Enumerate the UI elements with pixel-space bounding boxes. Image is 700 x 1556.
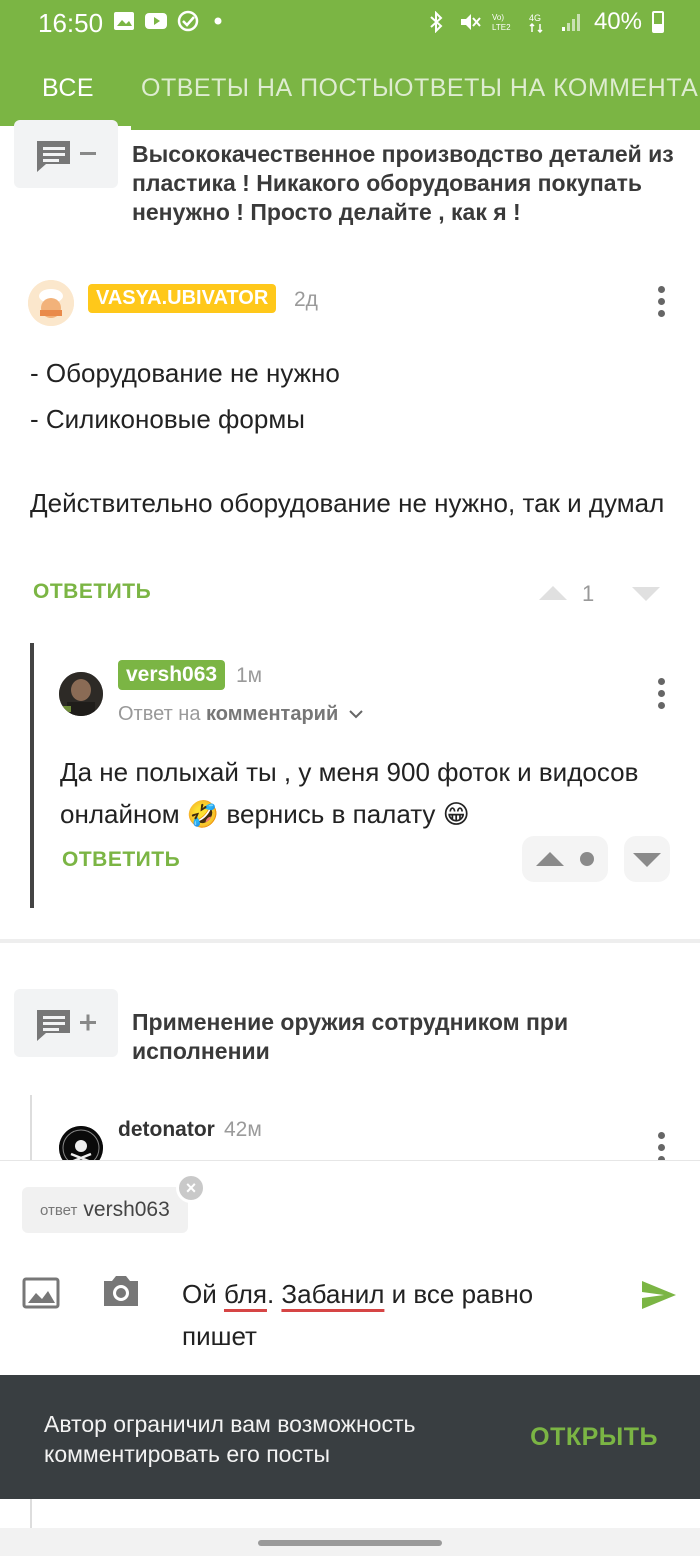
thread-line[interactable]: [30, 1095, 32, 1165]
comment-line: Действительно оборудование не нужно, так…: [30, 488, 665, 518]
upvote-icon[interactable]: [539, 586, 567, 600]
comment-collapse-icon: [37, 141, 96, 172]
app-root: 16:50 Vo) LTE2 4G 40% ВСЕ ОТВЕТЫ НА ПОСТЫ…: [0, 0, 700, 1556]
comment-expand-icon: [37, 1010, 96, 1041]
status-time: 16:50: [38, 8, 104, 38]
chef-avatar-icon: [28, 280, 74, 326]
reply-chip-name: versh063: [83, 1198, 170, 1221]
system-status-icons: Vo) LTE2 4G 40%: [424, 8, 664, 36]
status-bar: 16:50 Vo) LTE2 4G 40%: [0, 0, 700, 44]
tab-comment-replies[interactable]: ОТВЕТЫ НА КОММЕНТАР: [394, 74, 700, 103]
notification-icons: [112, 10, 232, 32]
reply-to-prefix: Ответ на: [118, 703, 201, 725]
thread-line[interactable]: [30, 643, 34, 908]
svg-text:LTE2: LTE2: [492, 23, 511, 32]
vote-up-pill[interactable]: [522, 836, 608, 882]
comment-time: 1м: [236, 664, 263, 687]
more-options-icon[interactable]: [658, 1132, 666, 1163]
comment-body: - Оборудование не нужно - Силиконовые фо…: [30, 352, 670, 524]
misspelled-word: бля: [223, 1279, 267, 1309]
svg-text:4G: 4G: [529, 13, 541, 23]
section-divider: [0, 939, 700, 943]
navigation-bar: [0, 1528, 700, 1556]
post-title[interactable]: Высококачественное производство деталей …: [132, 140, 682, 227]
image-upload-icon[interactable]: [22, 1277, 60, 1309]
more-options-icon[interactable]: [658, 678, 666, 709]
input-text: .: [266, 1279, 282, 1309]
author-badge[interactable]: VASYA.UBIVATOR: [88, 284, 277, 313]
bluetooth-icon: [430, 11, 443, 33]
reply-target-chip: ответ versh063: [22, 1187, 188, 1233]
youtube-notification-icon: [145, 13, 167, 29]
comment-line: - Оборудование не нужно: [30, 358, 340, 388]
volte-icon: Vo)LTE2: [492, 13, 511, 32]
svg-text:Vo): Vo): [492, 13, 504, 22]
expand-post-button[interactable]: [14, 989, 118, 1057]
vote-count: 1: [582, 581, 595, 606]
vote-neutral-dot: [580, 852, 594, 866]
reply-chip-prefix: ответ: [40, 1201, 78, 1219]
tab-all[interactable]: ВСЕ: [42, 74, 94, 103]
mute-icon: [460, 14, 481, 30]
misspelled-word: Забанил: [281, 1279, 385, 1309]
author-name[interactable]: detonator: [118, 1118, 215, 1142]
top-app-bar: 16:50 Vo) LTE2 4G 40% ВСЕ ОТВЕТЫ НА ПОСТЫ…: [0, 0, 700, 130]
dot-icon: [214, 17, 222, 25]
reply-button[interactable]: ОТВЕТИТЬ: [62, 848, 180, 872]
avatar[interactable]: [59, 672, 103, 716]
user-photo-icon: [59, 672, 103, 716]
snackbar-open-button[interactable]: ОТКРЫТЬ: [530, 1423, 658, 1452]
reply-to-meta[interactable]: Ответ на комментарий: [118, 703, 364, 726]
signal-icon: [561, 14, 580, 31]
comment-input[interactable]: Ой бля. Забанил и все равно пишет: [182, 1273, 602, 1357]
reply-button[interactable]: ОТВЕТИТЬ: [33, 580, 151, 604]
snackbar-message: Автор ограничил вам возможность комменти…: [44, 1411, 416, 1467]
author-badge[interactable]: versh063: [118, 660, 226, 690]
check-circle-icon: [177, 10, 199, 32]
avatar[interactable]: [28, 280, 74, 326]
comment-time: 42м: [224, 1118, 262, 1141]
reply-to-target: комментарий: [206, 703, 339, 725]
close-icon[interactable]: ×: [176, 1173, 206, 1203]
post-title[interactable]: Применение оружия сотрудником при исполн…: [132, 1008, 652, 1066]
battery-percent: 40%: [593, 8, 642, 35]
comment-body: Да не полыхай ты , у меня 900 фоток и ви…: [60, 757, 639, 829]
input-text: Ой: [182, 1279, 224, 1309]
home-indicator[interactable]: [258, 1540, 442, 1546]
chevron-down-icon: [349, 710, 363, 719]
gallery-notification-icon: [114, 12, 134, 30]
battery-icon: [652, 11, 664, 33]
tab-post-replies[interactable]: ОТВЕТЫ НА ПОСТЫ: [141, 74, 395, 103]
send-icon[interactable]: [640, 1279, 678, 1311]
downvote-icon[interactable]: [633, 853, 661, 867]
collapse-post-button[interactable]: [14, 120, 118, 188]
snackbar: Автор ограничил вам возможность комменти…: [0, 1375, 700, 1499]
network-4g-icon: 4G: [529, 13, 543, 33]
comment-time: 2д: [294, 288, 318, 311]
downvote-icon[interactable]: [632, 587, 660, 601]
comment-line: - Силиконовые формы: [30, 404, 305, 434]
thread-line: [30, 1499, 32, 1529]
upvote-icon[interactable]: [536, 852, 564, 866]
reply-composer: ответ versh063 × Ой бля. Забанил и все р…: [0, 1160, 700, 1376]
camera-icon[interactable]: [100, 1273, 142, 1309]
more-options-icon[interactable]: [658, 286, 666, 317]
vote-down-pill[interactable]: [624, 836, 670, 882]
